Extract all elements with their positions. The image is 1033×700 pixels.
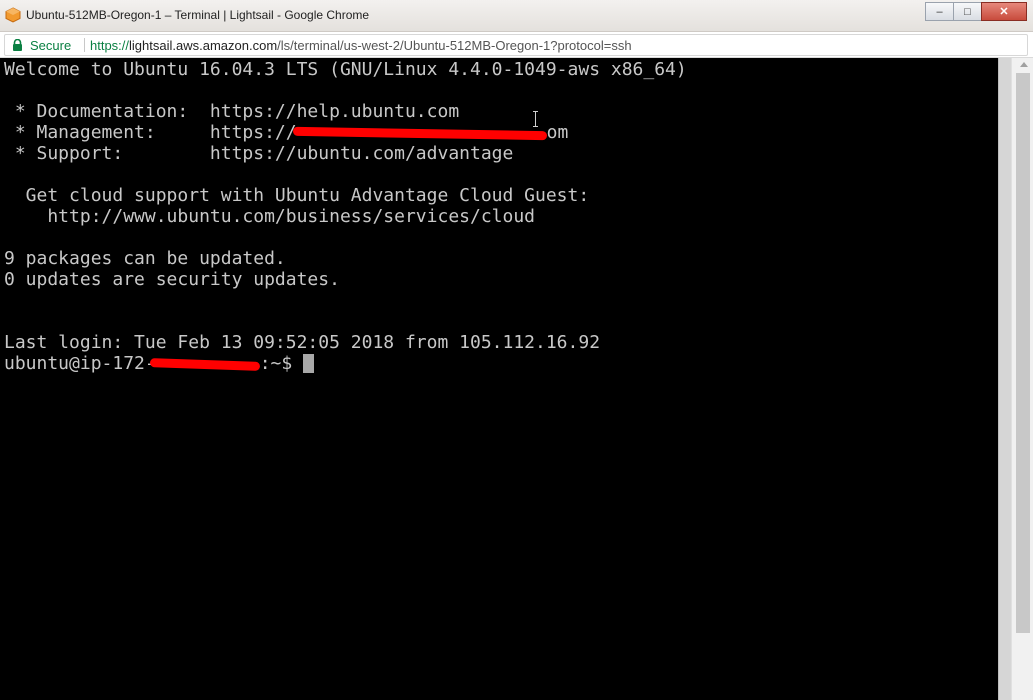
last-login-line: Last login: Tue Feb 13 09:52:05 2018 fro…: [4, 332, 601, 353]
url-text[interactable]: https://lightsail.aws.amazon.com/ls/term…: [90, 38, 632, 53]
terminal-scrollbar[interactable]: [998, 58, 1011, 700]
secure-label[interactable]: Secure: [30, 38, 71, 53]
close-button[interactable]: ✕: [981, 2, 1027, 21]
page-scrollbar[interactable]: [1011, 58, 1033, 700]
prompt-suffix: :~$: [259, 353, 293, 374]
url-omnibox[interactable]: Secure https://lightsail.aws.amazon.com/…: [4, 34, 1028, 56]
address-bar: Secure https://lightsail.aws.amazon.com/…: [0, 32, 1033, 58]
url-scheme: https://: [90, 38, 130, 53]
minimize-icon: –: [936, 5, 943, 18]
url-host: lightsail.aws.amazon.com: [129, 38, 278, 53]
cloud-support-line: Get cloud support with Ubuntu Advantage …: [4, 185, 590, 206]
maximize-button[interactable]: □: [953, 2, 982, 21]
omnibox-divider: [84, 38, 85, 52]
management-line: * Management: https:// om: [4, 122, 687, 143]
welcome-line: Welcome to Ubuntu 16.04.3 LTS (GNU/Linux…: [4, 59, 687, 80]
terminal-screen[interactable]: Welcome to Ubuntu 16.04.3 LTS (GNU/Linux…: [0, 58, 998, 700]
scroll-up-icon[interactable]: [1020, 62, 1028, 67]
cloud-url-line: http://www.ubuntu.com/business/services/…: [4, 206, 536, 227]
terminal-cursor: [303, 354, 315, 373]
window-controls: – □ ✕: [925, 2, 1027, 21]
text-cursor-icon: [533, 111, 538, 127]
lock-icon: [13, 39, 22, 51]
minimize-button[interactable]: –: [925, 2, 954, 21]
support-line: * Support: https://ubuntu.com/advantage: [4, 143, 514, 164]
redaction-mark: [149, 357, 260, 371]
documentation-line: * Documentation: https://help.ubuntu.com: [4, 101, 460, 122]
maximize-icon: □: [964, 5, 971, 18]
lightsail-app-icon: [5, 7, 21, 23]
management-suffix: om: [546, 122, 569, 143]
management-prefix: * Management: https://: [4, 122, 297, 143]
close-icon: ✕: [999, 6, 1009, 18]
packages-line: 9 packages can be updated.: [4, 248, 286, 269]
redaction-mark: [292, 126, 547, 140]
title-bar: Ubuntu-512MB-Oregon-1 – Terminal | Light…: [0, 0, 1033, 32]
prompt-prefix: ubuntu@ip-172-: [4, 353, 156, 374]
scroll-thumb[interactable]: [1016, 73, 1030, 633]
window-title: Ubuntu-512MB-Oregon-1 – Terminal | Light…: [26, 8, 370, 22]
url-path: /ls/terminal/us-west-2/Ubuntu-512MB-Oreg…: [277, 38, 632, 53]
terminal-output: Welcome to Ubuntu 16.04.3 LTS (GNU/Linux…: [4, 59, 687, 374]
security-updates-line: 0 updates are security updates.: [4, 269, 340, 290]
prompt-line[interactable]: ubuntu@ip-172- :~$: [4, 353, 687, 374]
